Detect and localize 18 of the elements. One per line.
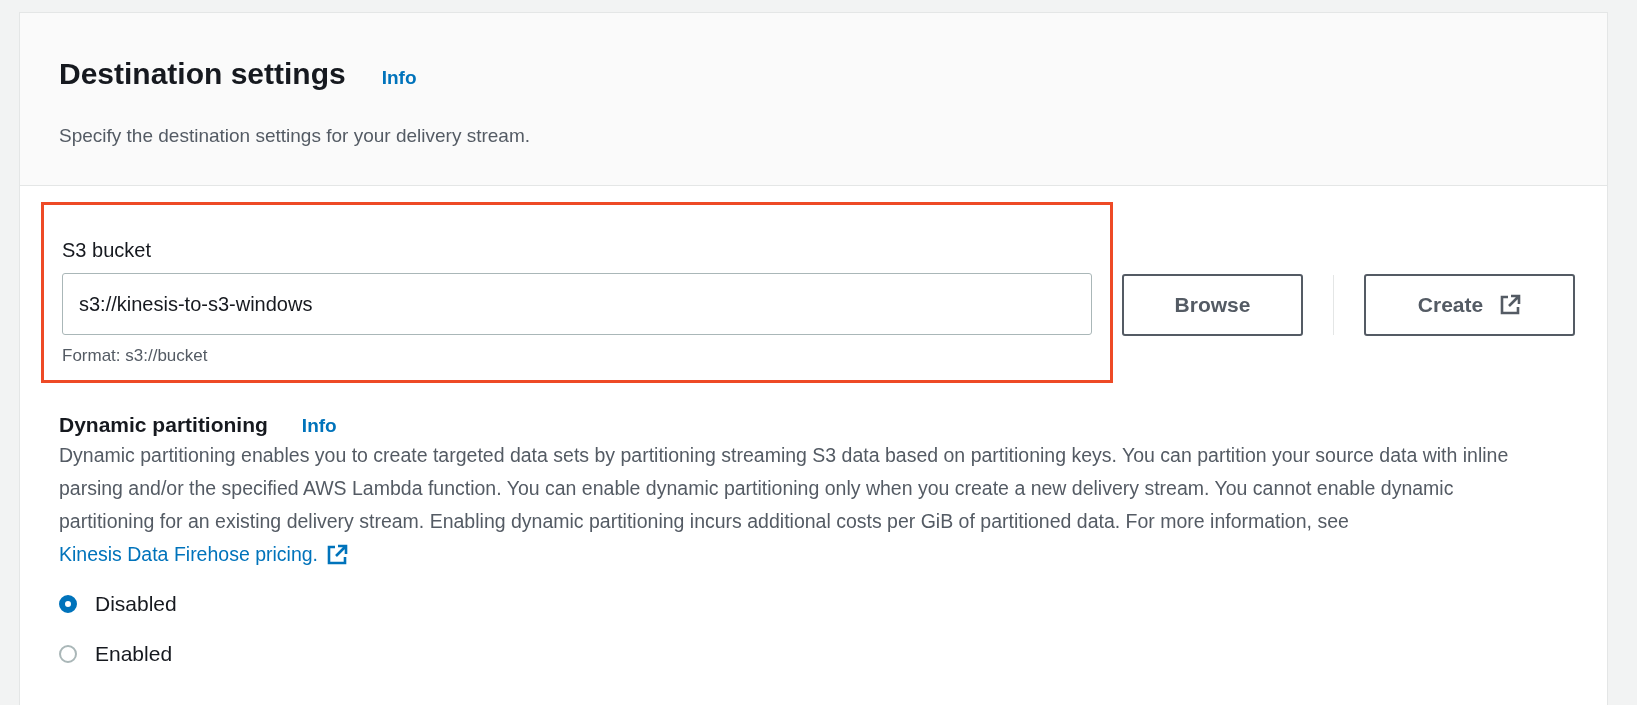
radio-label: Enabled [95, 642, 173, 666]
info-link[interactable]: Info [301, 415, 337, 437]
info-link[interactable]: Info [381, 67, 417, 89]
subsection-title: Dynamic partitioning [59, 413, 268, 437]
partitioning-description: Dynamic partitioning enables you to create targeted data sets by partitioning streaming S3 data based on partitioning keys. You can partition your source data with inline parsing and/or the specified AWS Lambda function. You can enable dynamic partitioning only when you create a new delivery stream. You cannot enable dynamic partitioning for an existing delivery stream. Enabling dynamic partitioning incurs additional costs per GiB of partitioned data. For more information, see Kinesis Data Firehose pricing. [59, 439, 1568, 571]
section-title: Destination settings [59, 57, 346, 91]
field-hint: Format: s3://bucket [62, 346, 209, 366]
radio-button[interactable] [59, 595, 77, 613]
s3-bucket-field[interactable]: s3://kinesis-to-s3-windows [62, 273, 1092, 335]
radio-button[interactable] [59, 645, 77, 663]
field-label: S3 bucket [62, 239, 152, 262]
radio-label: Disabled [95, 592, 177, 616]
external-link-icon [1499, 294, 1522, 316]
browse-button[interactable]: Browse [1122, 274, 1303, 336]
section-description: Specify the destination settings for your delivery stream. [59, 125, 531, 147]
external-link-icon [326, 543, 349, 566]
create-button[interactable]: Create [1364, 274, 1575, 336]
pricing-link[interactable]: Kinesis Data Firehose pricing. [59, 538, 349, 571]
